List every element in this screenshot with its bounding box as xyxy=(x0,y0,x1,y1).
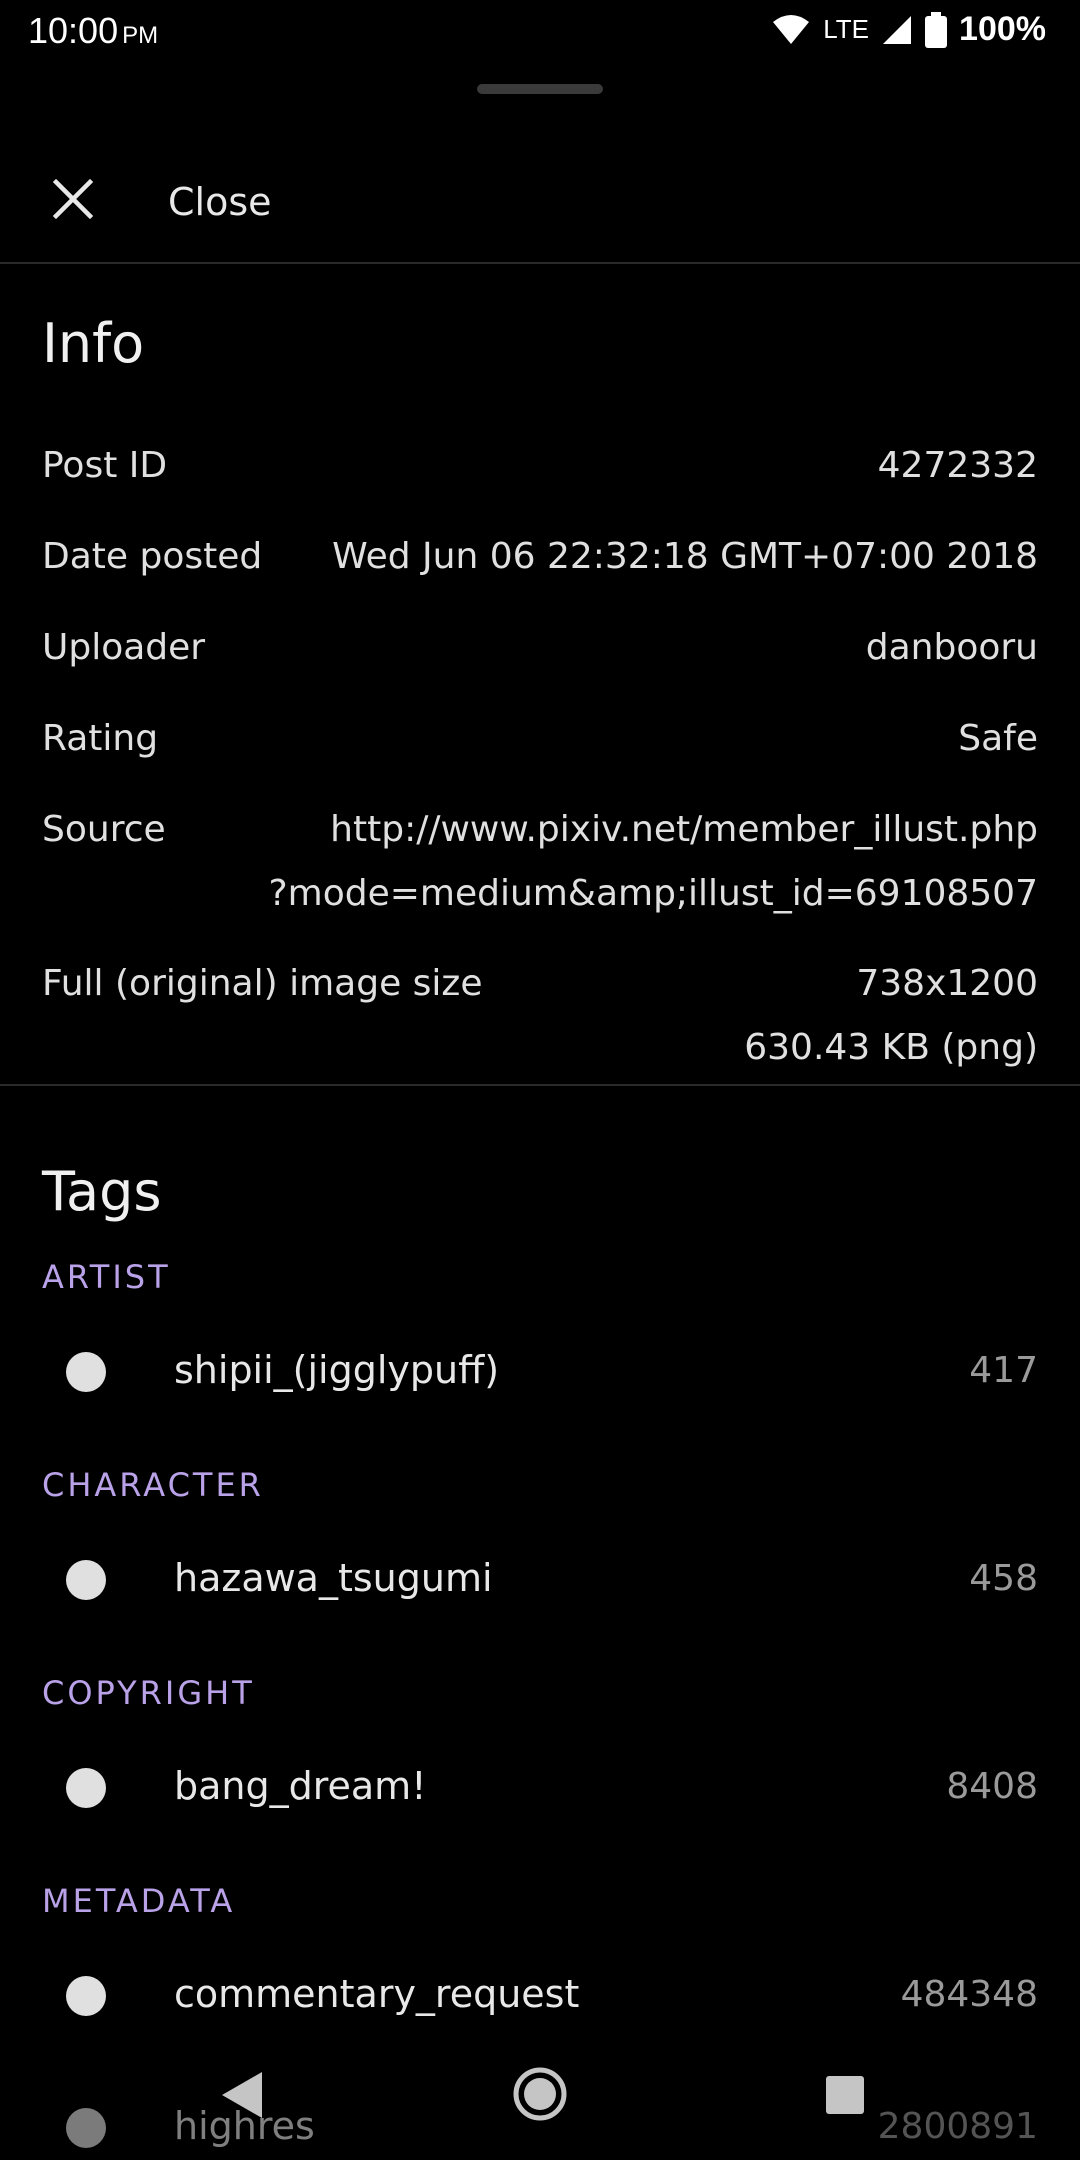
status-time-value: 10:00 xyxy=(28,10,119,51)
tag-count: 458 xyxy=(969,1558,1038,1599)
tag-count: 417 xyxy=(969,1350,1038,1391)
image-size-label: Full (original) image size xyxy=(42,963,483,1004)
back-icon[interactable] xyxy=(218,2070,264,2120)
tag-count: 8408 xyxy=(946,1766,1038,1807)
tag-name[interactable]: commentary_request xyxy=(174,1972,579,2016)
tag-row[interactable]: shipii_(jigglypuff) 417 xyxy=(0,1322,1080,1422)
bottom-sheet: Close Info Post ID 4272332 Date posted W… xyxy=(0,62,1080,2160)
info-row-uploader: Uploader danbooru xyxy=(42,616,1038,680)
rating-label: Rating xyxy=(42,718,159,759)
tag-count: 484348 xyxy=(900,1974,1038,2015)
status-bar: 10:00 PM LTE 100% xyxy=(0,0,1080,64)
tag-bullet-icon xyxy=(66,1352,106,1392)
tag-name[interactable]: hazawa_tsugumi xyxy=(174,1556,493,1600)
navigation-bar xyxy=(0,2040,1080,2160)
info-row-image-size: Full (original) image size 738x1200 630.… xyxy=(42,952,1038,1080)
rating-value: Safe xyxy=(958,718,1038,759)
close-button[interactable]: Close xyxy=(0,146,1080,256)
category-metadata: METADATA xyxy=(42,1882,236,1920)
tag-bullet-icon xyxy=(66,1768,106,1808)
tag-row[interactable]: hazawa_tsugumi 458 xyxy=(0,1530,1080,1630)
tag-bullet-icon xyxy=(66,1560,106,1600)
battery-percent: 100% xyxy=(959,10,1046,48)
home-icon[interactable] xyxy=(512,2066,568,2122)
uploader-label: Uploader xyxy=(42,627,206,668)
source-value[interactable]: http://www.pixiv.net/member_illust.php ?… xyxy=(269,798,1038,926)
date-value: Wed Jun 06 22:32:18 GMT+07:00 2018 xyxy=(332,536,1038,577)
image-size-value: 738x1200 630.43 KB (png) xyxy=(744,952,1038,1080)
divider xyxy=(0,262,1080,264)
info-row-rating: Rating Safe xyxy=(42,707,1038,771)
status-time: 10:00 PM xyxy=(28,10,158,52)
divider xyxy=(0,1084,1080,1086)
tag-name[interactable]: shipii_(jigglypuff) xyxy=(174,1348,499,1392)
tag-bullet-icon xyxy=(66,1976,106,2016)
tag-name[interactable]: bang_dream! xyxy=(174,1764,426,1808)
signal-icon xyxy=(883,15,912,44)
tag-row[interactable]: bang_dream! 8408 xyxy=(0,1738,1080,1838)
wifi-icon xyxy=(773,14,810,44)
category-copyright: COPYRIGHT xyxy=(42,1674,255,1712)
battery-icon xyxy=(925,11,948,48)
source-label: Source xyxy=(42,809,166,850)
post-id-value: 4272332 xyxy=(877,445,1038,486)
recents-icon[interactable] xyxy=(824,2074,866,2116)
category-artist: ARTIST xyxy=(42,1258,171,1296)
close-icon[interactable] xyxy=(48,174,98,224)
status-icons: LTE 100% xyxy=(771,10,1046,49)
info-title: Info xyxy=(42,312,145,375)
source-line-2[interactable]: ?mode=medium&amp;illust_id=69108507 xyxy=(269,862,1038,926)
date-label: Date posted xyxy=(42,536,263,577)
tag-row[interactable]: commentary_request 484348 xyxy=(0,1946,1080,2046)
source-line-1[interactable]: http://www.pixiv.net/member_illust.php xyxy=(269,798,1038,862)
drag-handle[interactable] xyxy=(477,84,603,94)
status-ampm: PM xyxy=(122,22,159,49)
category-character: CHARACTER xyxy=(42,1466,264,1504)
tags-title: Tags xyxy=(42,1160,162,1223)
info-row-date: Date posted Wed Jun 06 22:32:18 GMT+07:0… xyxy=(42,525,1038,589)
image-dimensions: 738x1200 xyxy=(856,963,1038,1004)
network-type: LTE xyxy=(823,14,870,44)
uploader-value: danbooru xyxy=(865,627,1038,668)
info-row-source: Source http://www.pixiv.net/member_illus… xyxy=(42,798,1038,926)
close-label: Close xyxy=(168,180,272,224)
info-row-post-id: Post ID 4272332 xyxy=(42,434,1038,498)
image-file-size: 630.43 KB (png) xyxy=(744,1027,1038,1068)
post-id-label: Post ID xyxy=(42,445,168,486)
